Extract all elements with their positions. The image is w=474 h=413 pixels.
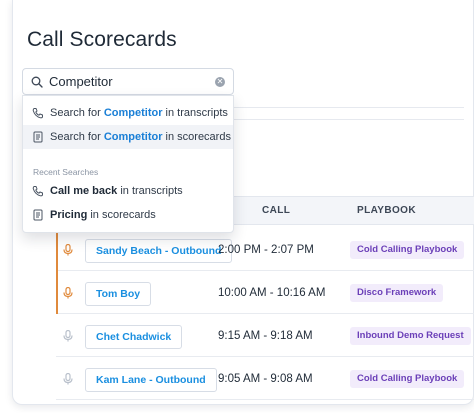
divider (234, 119, 464, 120)
microphone-icon (63, 330, 73, 342)
call-name-button[interactable]: Sandy Beach - Outbound (85, 239, 233, 263)
call-time: 9:15 AM - 9:18 AM (218, 330, 313, 342)
call-name-button[interactable]: Chet Chadwick (85, 325, 183, 349)
call-time: 2:00 PM - 2:07 PM (218, 244, 314, 256)
column-header-playbook[interactable]: PLAYBOOK (357, 205, 416, 216)
microphone-icon (63, 244, 73, 256)
playbook-badge[interactable]: Cold Calling Playbook (350, 241, 465, 259)
clear-icon[interactable]: ✕ (215, 76, 225, 87)
call-time: 9:05 AM - 9:08 AM (218, 373, 313, 385)
column-header-call[interactable]: CALL (262, 205, 290, 216)
search-value[interactable]: Competitor (49, 74, 215, 89)
recent-searches-label: Recent Searches (33, 167, 99, 177)
suggestion-item[interactable]: Search for Competitor in scorecards (23, 125, 233, 149)
transcript-icon (32, 186, 43, 197)
microphone-icon (63, 287, 73, 299)
playbook-badge[interactable]: Cold Calling Playbook (350, 370, 465, 388)
scorecard-icon (33, 131, 43, 143)
playbook-badge[interactable]: Disco Framework (350, 284, 444, 302)
divider (234, 107, 464, 108)
recent-search-item[interactable]: Pricing in scorecards (23, 203, 233, 227)
search-icon (31, 76, 43, 88)
transcript-icon (32, 108, 43, 119)
search-suggestions-dropdown: Search for Competitor in transcripts Sea… (22, 95, 234, 233)
call-name-button[interactable]: Kam Lane - Outbound (85, 368, 217, 392)
playbook-badge[interactable]: Inbound Demo Request (350, 327, 471, 345)
active-row-indicator (56, 228, 58, 314)
microphone-icon (63, 373, 73, 385)
scorecard-icon (33, 209, 43, 221)
call-name-button[interactable]: Tom Boy (85, 282, 152, 306)
suggestion-item[interactable]: Search for Competitor in transcripts (23, 101, 233, 125)
search-input[interactable]: Competitor ✕ (22, 68, 234, 95)
recent-search-item[interactable]: Call me back in transcripts (23, 179, 233, 203)
page-title: Call Scorecards (27, 28, 177, 51)
call-time: 10:00 AM - 10:16 AM (218, 287, 326, 299)
